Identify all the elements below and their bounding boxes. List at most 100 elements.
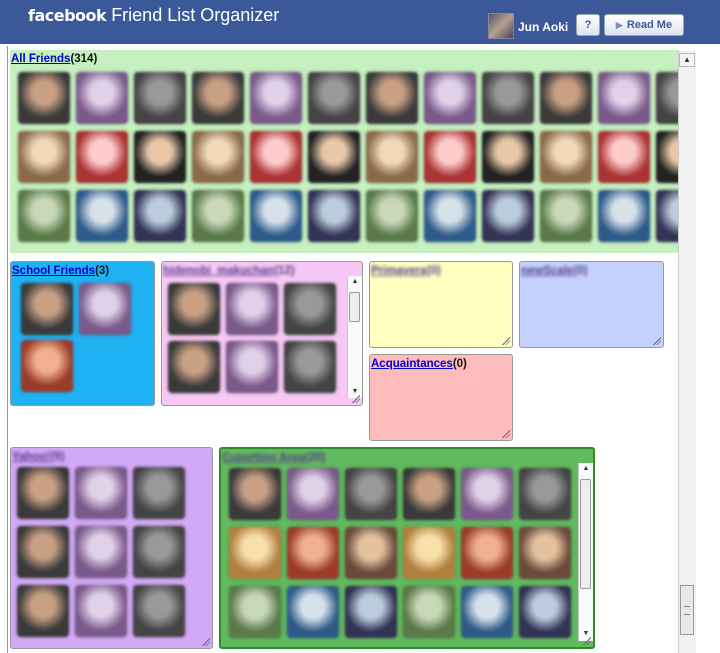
friend-photo[interactable] xyxy=(133,467,185,519)
scroll-thumb[interactable] xyxy=(349,292,360,322)
scroll-up-arrow[interactable]: ▲ xyxy=(579,463,593,475)
resize-grip[interactable] xyxy=(352,395,360,403)
friend-photo[interactable] xyxy=(403,527,455,579)
friend-photo[interactable] xyxy=(519,468,571,520)
resize-grip[interactable] xyxy=(502,430,510,438)
resize-grip[interactable] xyxy=(583,637,591,645)
friend-photo[interactable] xyxy=(18,190,70,242)
friend-photo[interactable] xyxy=(134,72,186,124)
friend-photo[interactable] xyxy=(345,586,397,638)
friend-photo[interactable] xyxy=(192,190,244,242)
friend-photo[interactable] xyxy=(598,131,650,183)
list-link-hidenobi-makuchan[interactable]: hidenobi_makuchan xyxy=(163,265,274,277)
help-button[interactable]: ? xyxy=(576,14,600,36)
page-scrollbar[interactable]: ▲ xyxy=(678,51,696,653)
friend-photo[interactable] xyxy=(134,131,186,183)
friend-photo[interactable] xyxy=(424,131,476,183)
friend-photo[interactable] xyxy=(133,585,185,637)
scroll-up-arrow[interactable]: ▲ xyxy=(679,53,695,67)
list-link-cupertino-area[interactable]: Cupertino Area xyxy=(222,452,305,464)
friend-photo[interactable] xyxy=(284,341,336,393)
friend-photo[interactable] xyxy=(168,283,220,335)
friend-photo[interactable] xyxy=(287,468,339,520)
friend-photo[interactable] xyxy=(18,72,70,124)
read-me-button[interactable]: ▶ Read Me xyxy=(604,14,684,36)
friend-photo[interactable] xyxy=(229,527,281,579)
friend-photo[interactable] xyxy=(287,527,339,579)
friend-photo[interactable] xyxy=(345,527,397,579)
friend-photo[interactable] xyxy=(75,585,127,637)
panel-scrollbar[interactable]: ▲ ▼ xyxy=(578,463,593,641)
resize-grip[interactable] xyxy=(502,337,510,345)
list-panel-all-friends[interactable]: All Friends(314) xyxy=(10,50,680,253)
friend-photo[interactable] xyxy=(250,72,302,124)
friend-photo[interactable] xyxy=(21,340,73,392)
friend-photo[interactable] xyxy=(17,585,69,637)
friend-photo[interactable] xyxy=(308,190,360,242)
scroll-up-arrow[interactable]: ▲ xyxy=(348,276,362,288)
friend-photo[interactable] xyxy=(598,72,650,124)
list-link-newscale[interactable]: newScale xyxy=(521,265,573,277)
friend-photo[interactable] xyxy=(403,468,455,520)
friend-photo[interactable] xyxy=(308,131,360,183)
resize-grip[interactable] xyxy=(202,638,210,646)
friend-photo[interactable] xyxy=(76,190,128,242)
friend-photo[interactable] xyxy=(540,72,592,124)
friend-photo[interactable] xyxy=(403,586,455,638)
resize-grip[interactable] xyxy=(653,337,661,345)
friend-photo[interactable] xyxy=(656,72,680,124)
friend-photo[interactable] xyxy=(17,467,69,519)
friend-photo[interactable] xyxy=(229,586,281,638)
friend-photo[interactable] xyxy=(250,131,302,183)
friend-photo[interactable] xyxy=(461,468,513,520)
list-link-primavera[interactable]: Primavera xyxy=(371,265,427,277)
friend-photo[interactable] xyxy=(482,131,534,183)
list-panel-acquaintances[interactable]: Acquaintances(0) xyxy=(369,354,513,441)
scroll-thumb[interactable] xyxy=(680,585,694,635)
user-avatar[interactable] xyxy=(488,13,514,39)
list-panel-school-friends[interactable]: School Friends(3) xyxy=(10,261,155,406)
friend-photo[interactable] xyxy=(75,526,127,578)
friend-photo[interactable] xyxy=(540,190,592,242)
friend-photo[interactable] xyxy=(75,467,127,519)
friend-photo[interactable] xyxy=(192,131,244,183)
friend-photo[interactable] xyxy=(250,190,302,242)
list-link-acquaintances[interactable]: Acquaintances xyxy=(371,358,453,370)
friend-photo[interactable] xyxy=(287,586,339,638)
friend-photo[interactable] xyxy=(656,190,680,242)
list-panel-primavera[interactable]: Primavera(0) xyxy=(369,261,513,348)
friend-photo[interactable] xyxy=(482,190,534,242)
list-panel-cupertino-area[interactable]: Cupertino Area(20) ▲ ▼ xyxy=(219,447,595,649)
friend-photo[interactable] xyxy=(134,190,186,242)
friend-photo[interactable] xyxy=(21,283,73,335)
list-link-yahoo[interactable]: Yahoo! xyxy=(12,451,50,463)
friend-photo[interactable] xyxy=(133,526,185,578)
friend-photo[interactable] xyxy=(461,527,513,579)
friend-photo[interactable] xyxy=(424,72,476,124)
list-link-all-friends[interactable]: All Friends xyxy=(11,53,70,65)
list-panel-newscale[interactable]: newScale(0) xyxy=(519,261,664,348)
friend-photo[interactable] xyxy=(424,190,476,242)
friend-photo[interactable] xyxy=(482,72,534,124)
friend-photo[interactable] xyxy=(519,586,571,638)
friend-photo[interactable] xyxy=(168,341,220,393)
friend-photo[interactable] xyxy=(598,190,650,242)
friend-photo[interactable] xyxy=(519,527,571,579)
friend-photo[interactable] xyxy=(656,131,680,183)
friend-photo[interactable] xyxy=(366,72,418,124)
friend-photo[interactable] xyxy=(366,190,418,242)
friend-photo[interactable] xyxy=(226,283,278,335)
friend-photo[interactable] xyxy=(540,131,592,183)
friend-photo[interactable] xyxy=(79,283,131,335)
list-panel-yahoo[interactable]: Yahoo!(9) xyxy=(10,447,213,649)
friend-photo[interactable] xyxy=(76,72,128,124)
friend-photo[interactable] xyxy=(284,283,336,335)
friend-photo[interactable] xyxy=(229,468,281,520)
friend-photo[interactable] xyxy=(366,131,418,183)
user-name[interactable]: Jun Aoki xyxy=(518,20,568,34)
friend-photo[interactable] xyxy=(17,526,69,578)
scroll-thumb[interactable] xyxy=(580,479,591,589)
friend-photo[interactable] xyxy=(308,72,360,124)
panel-scrollbar[interactable]: ▲ ▼ xyxy=(347,276,362,398)
friend-photo[interactable] xyxy=(461,586,513,638)
